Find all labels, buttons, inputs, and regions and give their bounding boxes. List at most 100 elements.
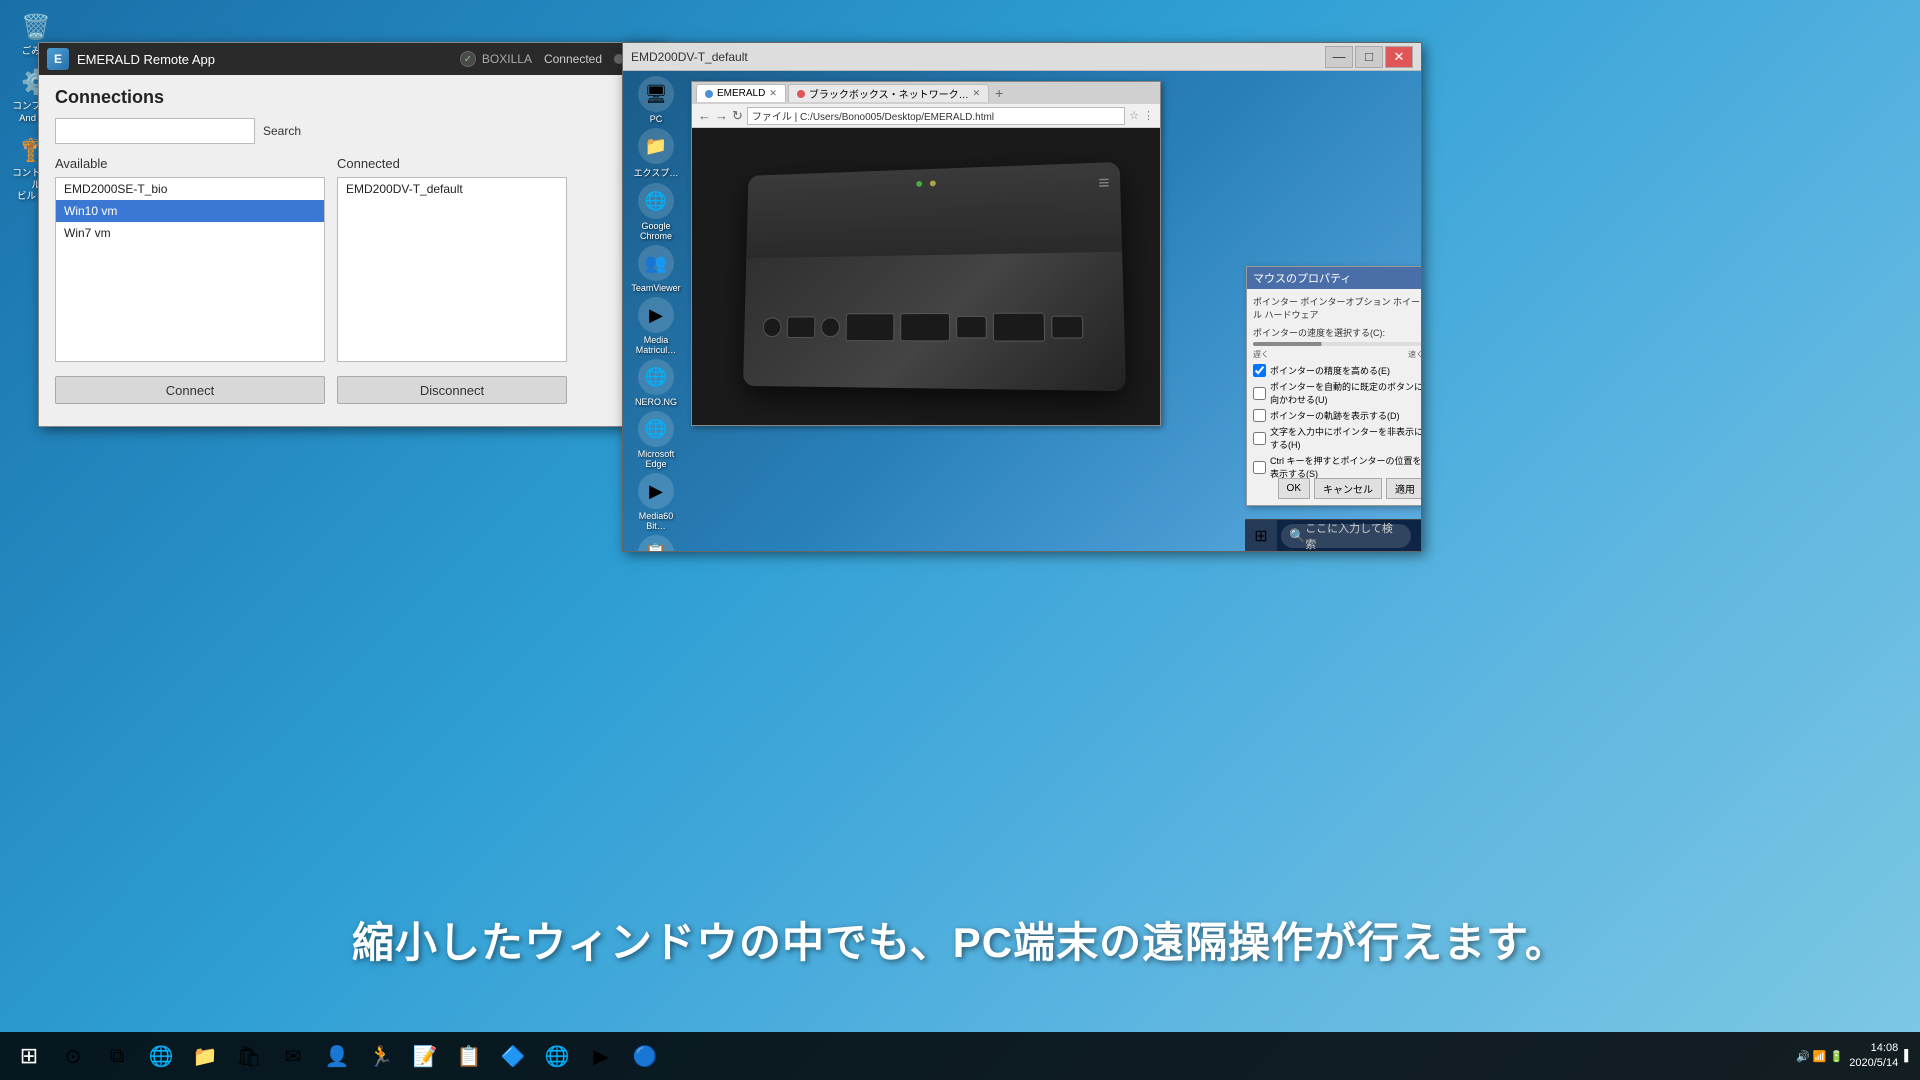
close-tab-2-btn[interactable]: ✕ <box>973 88 981 99</box>
emd-remote-window: EMD200DV-T_default — □ ✕ 🖥 PC 📁 エクスプ… 🌐 <box>622 42 1422 552</box>
connected-status: Connected <box>544 52 602 66</box>
address-bar[interactable]: ファイル | C:/Users/Bono005/Desktop/EMERALD.… <box>747 107 1125 125</box>
emd-window-title: EMD200DV-T_default <box>631 50 748 64</box>
close-tab-1-btn[interactable]: ✕ <box>769 88 777 99</box>
port-ethernet <box>846 313 895 341</box>
pointer-settings-panel: マウスのプロパティ ポインター ポインターオプション ホイール ハードウェア ポ… <box>1246 266 1421 506</box>
emd-titlebar: EMD200DV-T_default — □ ✕ <box>623 43 1421 71</box>
desktop: 🗑️ ごみ箱 ⚙️ コンフィグAnd S... 🏗️ コントロールビルド… E … <box>0 0 1920 1080</box>
remote-icon-nero[interactable]: 🌐 NERO.NG <box>628 359 684 407</box>
remote-icon-media60[interactable]: ▶ Media60Bit… <box>628 473 684 531</box>
boxilla-check-icon: ✓ <box>460 51 476 67</box>
boxilla-label: BOXILLA <box>482 52 532 66</box>
pointer-ctrl-checkbox[interactable]: Ctrl キーを押すとポインターの位置を表示する(S) <box>1253 454 1421 480</box>
win-emerald-btn[interactable]: 🔷 <box>492 1035 534 1077</box>
win-show-desktop[interactable]: ▌ <box>1904 1050 1912 1062</box>
device-grip-icon: ≡ <box>1098 172 1110 194</box>
port-serial <box>787 316 816 338</box>
list-item-win7vm[interactable]: Win7 vm <box>56 222 324 244</box>
win-taskview-btn[interactable]: ⧉ <box>96 1035 138 1077</box>
port-usb <box>956 315 987 338</box>
available-label: Available <box>55 156 325 171</box>
pointer-snap-checkbox[interactable]: ポインターを自動的に既定のボタンに向かわせる(U) <box>1253 380 1421 406</box>
pointer-trail-checkbox[interactable]: ポインターの軌跡を表示する(D) <box>1253 409 1421 422</box>
pointer-speed-option: ポインターの速度を選択する(C): 遅く速く <box>1253 326 1421 360</box>
subtitle-text: 縮小したウィンドウの中でも、PC端末の遠隔操作が行えます。 <box>0 909 1920 970</box>
remote-icon-pc[interactable]: 🖥 PC <box>628 76 684 124</box>
pointer-hide-checkbox[interactable]: 文字を入力中にポインターを非表示にする(H) <box>1253 425 1421 451</box>
remote-sidebar-icons: 🖥 PC 📁 エクスプ… 🌐 Google Chrome 👥 TeamViewe… <box>628 76 684 551</box>
pointer-precision-checkbox[interactable]: ポインターの精度を高める(E) <box>1253 364 1421 377</box>
led-green <box>916 180 922 186</box>
search-input[interactable] <box>55 118 255 144</box>
pointer-apply-btn[interactable]: 適用 <box>1386 478 1421 499</box>
remote-taskbar: ⊞ 🔍 ここに入力して検索 ⧉ 🌐 📁 🛍 ✉ 👤 🏃 ✏ 🔊 📶 <box>1245 519 1421 551</box>
emerald-logo: E <box>47 48 69 70</box>
refresh-button[interactable]: ↻ <box>732 108 743 124</box>
connections-body: Connections Search Available Connected E… <box>39 75 662 426</box>
pointer-speed-slider[interactable] <box>1253 342 1421 346</box>
pointer-ok-btn[interactable]: OK <box>1278 478 1310 499</box>
back-button[interactable]: ← <box>698 108 711 123</box>
emd-maximize-btn[interactable]: □ <box>1355 46 1383 68</box>
search-button[interactable]: Search <box>263 124 301 138</box>
remote-icon-edge[interactable]: 🌐 Microsoft Edge <box>628 411 684 469</box>
browser-tab-blackbox[interactable]: ブラックボックス・ネットワーク… ✕ <box>788 84 989 102</box>
list-item-emd2000se[interactable]: EMD2000SE-T_bio <box>56 178 324 200</box>
win-store-btn[interactable]: 🛍 <box>228 1035 270 1077</box>
connect-button[interactable]: Connect <box>55 376 325 404</box>
emerald-titlebar: E EMERALD Remote App ✓ BOXILLA Connected <box>39 43 662 75</box>
win-security-btn[interactable]: 🔵 <box>624 1035 666 1077</box>
win-cortana-btn[interactable]: ⊙ <box>52 1035 94 1077</box>
remote-icon-client[interactable]: 📋 クライアント… <box>628 535 684 551</box>
windows-start-button[interactable]: ⊞ <box>8 1035 50 1077</box>
disconnect-button[interactable]: Disconnect <box>337 376 567 404</box>
win-chrome-btn[interactable]: 🌐 <box>536 1035 578 1077</box>
remote-search-bar[interactable]: 🔍 ここに入力して検索 <box>1281 524 1411 548</box>
tb-task-view[interactable]: ⧉ <box>1419 522 1421 550</box>
port-power <box>763 317 782 337</box>
emd-minimize-btn[interactable]: — <box>1325 46 1353 68</box>
win-ie-btn[interactable]: 🌐 <box>140 1035 182 1077</box>
remote-icon-teamviewer[interactable]: 👥 TeamViewer <box>628 245 684 293</box>
browser-menu-icon[interactable]: ⋮ <box>1143 109 1154 122</box>
windows-taskbar-right: 🔊 📶 🔋 14:08 2020/5/14 ▌ <box>1796 1041 1912 1072</box>
forward-button[interactable]: → <box>715 108 728 123</box>
pointer-panel-title: マウスのプロパティ <box>1247 267 1421 289</box>
win-mail-btn[interactable]: ✉ <box>272 1035 314 1077</box>
win-time: 14:08 <box>1849 1041 1898 1056</box>
win-date: 2020/5/14 <box>1849 1056 1898 1071</box>
emerald-remote-app-window: E EMERALD Remote App ✓ BOXILLA Connected… <box>38 42 663 427</box>
win-explorer-btn[interactable]: 📁 <box>184 1035 226 1077</box>
emerald-title: EMERALD Remote App <box>77 52 215 67</box>
emd-close-btn[interactable]: ✕ <box>1385 46 1413 68</box>
connections-title: Connections <box>55 87 646 108</box>
new-tab-button[interactable]: + <box>991 85 1007 101</box>
win-word-btn[interactable]: 📝 <box>404 1035 446 1077</box>
pointer-cancel-btn[interactable]: キャンセル <box>1314 478 1382 499</box>
win-people-btn[interactable]: 👤 <box>316 1035 358 1077</box>
win-task-btn[interactable]: 📋 <box>448 1035 490 1077</box>
remote-start-button[interactable]: ⊞ <box>1245 520 1277 552</box>
led-amber <box>930 180 936 186</box>
available-list[interactable]: EMD2000SE-T_bio Win10 vm Win7 vm <box>55 177 325 362</box>
remote-icon-media[interactable]: ▶ MediaMatricul… <box>628 297 684 355</box>
remote-desktop-content: 🖥 PC 📁 エクスプ… 🌐 Google Chrome 👥 TeamViewe… <box>623 71 1421 551</box>
connected-label: Connected <box>337 156 567 171</box>
remote-icon-explorer[interactable]: 📁 エクスプ… <box>628 128 684 179</box>
pointer-panel-tabs: ポインター ポインターオプション ホイール ハードウェア <box>1253 295 1421 321</box>
list-item-win10vm[interactable]: Win10 vm <box>56 200 324 222</box>
search-icon: 🔍 <box>1289 528 1305 544</box>
remote-taskbar-icons: ⧉ 🌐 📁 🛍 ✉ 👤 🏃 ✏ <box>1419 522 1421 550</box>
bookmark-icon[interactable]: ☆ <box>1129 109 1139 122</box>
win-media-btn[interactable]: ▶ <box>580 1035 622 1077</box>
remote-browser-window: EMERALD ✕ ブラックボックス・ネットワーク… ✕ + ← → ↻ ファイ… <box>691 81 1161 426</box>
remote-icon-chrome[interactable]: 🌐 Google Chrome <box>628 183 684 241</box>
connected-list[interactable]: EMD200DV-T_default <box>337 177 567 362</box>
port-usb2 <box>1051 315 1083 338</box>
windows-clock: 14:08 2020/5/14 <box>1849 1041 1898 1072</box>
list-item-emd200dv[interactable]: EMD200DV-T_default <box>338 178 566 200</box>
emd-device-image: ≡ <box>743 161 1126 390</box>
win-run-btn[interactable]: 🏃 <box>360 1035 402 1077</box>
browser-tab-emerald[interactable]: EMERALD ✕ <box>696 84 786 102</box>
